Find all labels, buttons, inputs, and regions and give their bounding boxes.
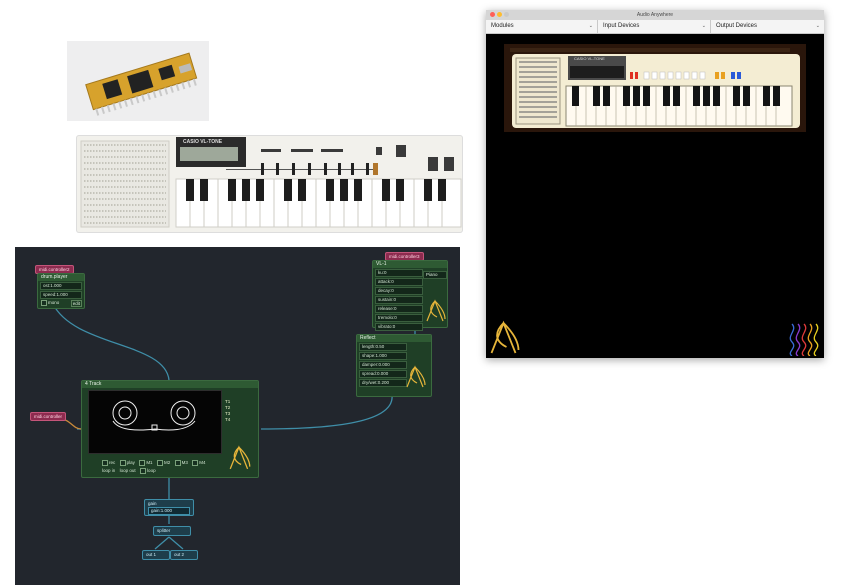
vl1-preset-select[interactable]: Piano xyxy=(423,271,447,279)
drum-player-param-ost[interactable]: ost:1.000 xyxy=(40,282,82,290)
keyboard-brand: CASIO VL-TONE xyxy=(183,139,223,145)
synth-panel: CASIO VL-TONE xyxy=(504,44,806,132)
chevron-down-icon: ⌄ xyxy=(588,23,593,29)
mono-checkbox[interactable] xyxy=(41,300,47,306)
modules-dropdown[interactable]: Modules ⌄ xyxy=(486,20,598,33)
out-2-node[interactable]: out 2 xyxy=(170,550,198,560)
four-track-title: 4 Track xyxy=(82,381,258,388)
keyboard-photo: CASIO VL-TONE xyxy=(76,135,463,233)
splitter-node[interactable]: splitter xyxy=(153,526,191,536)
reflect-node[interactable]: Reflect length:0.50 shape:1.000 damper:0… xyxy=(356,334,432,397)
tape-deck-display xyxy=(88,390,222,454)
reflect-param-damper[interactable]: damper:0.000 xyxy=(359,361,408,369)
out-1-node[interactable]: out 1 xyxy=(142,550,170,560)
m2-toggle[interactable]: M2 xyxy=(156,460,170,466)
drum-player-title: drum.player xyxy=(38,274,84,281)
reflect-logo-icon xyxy=(406,365,426,388)
chevron-down-icon: ⌄ xyxy=(701,23,706,29)
vl1-param-attack[interactable]: attack:0 xyxy=(375,278,424,286)
chevron-down-icon: ⌄ xyxy=(815,23,820,29)
play-toggle[interactable]: play xyxy=(119,460,135,466)
node-editor[interactable]: midi.controller2 drum.player ost:1.000 s… xyxy=(15,247,460,585)
vl1-param-decay[interactable]: decay:0 xyxy=(375,287,424,295)
synth-brand: CASIO VL-TONE xyxy=(574,56,605,61)
reflect-param-shape[interactable]: shape:1.000 xyxy=(359,352,408,360)
m4-toggle[interactable]: M4 xyxy=(192,460,206,466)
track-t4[interactable]: T4 xyxy=(225,417,230,423)
modules-label: Modules xyxy=(491,23,514,29)
menu-bar: Modules ⌄ Input Devices ⌄ Output Devices… xyxy=(486,20,824,34)
vl1-param-release[interactable]: release:0 xyxy=(375,305,424,313)
output-devices-dropdown[interactable]: Output Devices ⌄ xyxy=(711,20,824,33)
input-devices-label: Input Devices xyxy=(603,23,640,29)
audio-anywhere-window: Audio Anywhere Modules ⌄ Input Devices ⌄… xyxy=(486,10,824,358)
vl1-title: VL-1 xyxy=(373,261,447,268)
midi-controller-node[interactable]: midi.controller xyxy=(30,412,67,421)
output-devices-label: Output Devices xyxy=(716,23,758,29)
reflect-title: Reflect xyxy=(357,335,431,342)
loop-in-button[interactable]: loop in xyxy=(102,468,115,473)
drum-player-param-speed[interactable]: speed:1.000 xyxy=(40,291,82,299)
audio-anywhere-logo-icon[interactable] xyxy=(488,320,522,356)
four-track-node[interactable]: 4 Track T1 T2 T3 T4 rec play M1 M2 M3 M4… xyxy=(81,380,259,478)
vl1-node[interactable]: VL-1 ku:0 attack:0 decay:0 sustain:0 rel… xyxy=(372,260,448,331)
vl1-param-tremolo[interactable]: tremolo:0 xyxy=(375,314,424,322)
drum-player-node[interactable]: drum.player ost:1.000 speed:1.000 mono e… xyxy=(37,273,85,309)
m1-toggle[interactable]: M1 xyxy=(139,460,153,466)
four-track-logo-icon xyxy=(229,445,251,470)
reflect-param-length[interactable]: length:0.50 xyxy=(359,343,408,351)
window-title: Audio Anywhere xyxy=(636,12,674,18)
vl1-param-vibrato[interactable]: vibrato:0 xyxy=(375,323,424,331)
mono-label: mono xyxy=(48,300,60,306)
gain-node[interactable]: gain gain:1.000 xyxy=(144,499,194,516)
loop-toggle[interactable]: loop xyxy=(140,468,156,474)
loop-out-button[interactable]: loop out xyxy=(120,468,136,473)
input-devices-dropdown[interactable]: Input Devices ⌄ xyxy=(598,20,711,33)
pcb-photo xyxy=(67,41,209,121)
vl1-param-sustain[interactable]: sustain:0 xyxy=(375,296,424,304)
reflect-param-drywet[interactable]: dry/wet:0.200 xyxy=(359,379,408,387)
waveform-icon[interactable] xyxy=(788,322,820,356)
audio-anywhere-logo-icon xyxy=(426,299,446,322)
edit-button[interactable]: edit xyxy=(70,300,82,307)
rec-toggle[interactable]: rec xyxy=(102,460,115,466)
reflect-param-spread[interactable]: spread:0.000 xyxy=(359,370,408,378)
gain-param[interactable]: gain:1.000 xyxy=(148,507,190,515)
vl1-param-ku[interactable]: ku:0 xyxy=(375,269,424,277)
m3-toggle[interactable]: M3 xyxy=(174,460,188,466)
